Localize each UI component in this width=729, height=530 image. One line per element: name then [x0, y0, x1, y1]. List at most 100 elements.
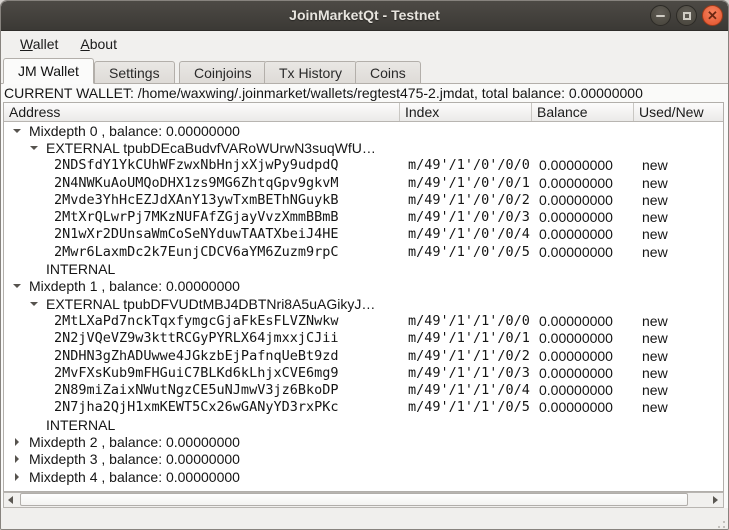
scroll-right-button[interactable] — [708, 493, 723, 507]
expander-icon[interactable] — [28, 263, 40, 275]
tree-branch-row[interactable]: Mixdepth 4 , balance: 0.00000000 — [4, 468, 723, 485]
row-index: m/49'/1'/1'/0/4 — [400, 382, 532, 398]
menu-wallet[interactable]: Wallet — [11, 34, 67, 54]
address-row[interactable]: 2NDSfdY1YkCUhWFzwxNbHnjxXjwPy9udpdQ m/49… — [4, 157, 723, 174]
row-balance: 0.00000000 — [532, 157, 634, 173]
tree-branch-row[interactable]: EXTERNAL tpubDFVUDtMBJ4DBTNri8A5uAGikyJ… — [4, 295, 723, 312]
scrollbar-track[interactable] — [19, 493, 708, 507]
row-balance: 0.00000000 — [532, 348, 634, 364]
address-row[interactable]: 2N4NWKuAoUMQoDHX1zs9MG6ZhtqGpv9gkvM m/49… — [4, 174, 723, 191]
joinmarket-window: JoinMarketQt - Testnet ✕ Wallet About JM… — [0, 0, 729, 530]
expander-icon[interactable] — [11, 436, 23, 448]
row-label: INTERNAL — [46, 261, 115, 277]
close-button[interactable]: ✕ — [702, 5, 723, 26]
tree-branch-row[interactable]: Mixdepth 2 , balance: 0.00000000 — [4, 433, 723, 450]
row-status: new — [634, 330, 723, 346]
resize-grip-icon[interactable] — [713, 516, 725, 528]
row-index: m/49'/1'/1'/0/1 — [400, 330, 532, 346]
row-label: Mixdepth 3 , balance: 0.00000000 — [29, 451, 240, 467]
row-label: Mixdepth 2 , balance: 0.00000000 — [29, 434, 240, 450]
row-balance: 0.00000000 — [532, 175, 634, 191]
expander-icon[interactable] — [28, 298, 40, 310]
address-row[interactable]: 2N89miZaixNWutNgzCE5uNJmwV3jz6BkoDP m/49… — [4, 381, 723, 398]
titlebar[interactable]: JoinMarketQt - Testnet ✕ — [1, 1, 728, 31]
expander-icon[interactable] — [11, 280, 23, 292]
tree-branch-row[interactable]: Mixdepth 1 , balance: 0.00000000 — [4, 278, 723, 295]
row-index: m/49'/1'/1'/0/0 — [400, 313, 532, 329]
address-row[interactable]: 2N1wXr2DUnsaWmCoSeNYduwTAATXbeiJ4HE m/49… — [4, 226, 723, 243]
tab-tx-history[interactable]: Tx History — [264, 61, 357, 84]
row-index: m/49'/1'/0'/0/2 — [400, 192, 532, 208]
close-icon: ✕ — [707, 9, 718, 22]
row-balance: 0.00000000 — [532, 244, 634, 260]
expander-icon[interactable] — [11, 453, 23, 465]
row-index: m/49'/1'/1'/0/2 — [400, 348, 532, 364]
address-row[interactable]: 2N7jha2QjH1xmKEWT5Cx26wGANyYD3rxPKc m/49… — [4, 399, 723, 416]
address-row[interactable]: 2MvFXsKub9mFHGuiC7BLKd6kLhjxCVE6mg9 m/49… — [4, 364, 723, 381]
tree-header: Address Index Balance Used/New — [4, 103, 723, 122]
column-header-used-new[interactable]: Used/New — [634, 103, 723, 121]
column-header-address[interactable]: Address — [4, 103, 400, 121]
column-header-index[interactable]: Index — [400, 103, 532, 121]
maximize-icon — [683, 12, 691, 20]
menu-wallet-rest: allet — [33, 36, 59, 52]
tree-branch-row[interactable]: Mixdepth 3 , balance: 0.00000000 — [4, 451, 723, 468]
row-label: Mixdepth 1 , balance: 0.00000000 — [29, 278, 240, 294]
expander-icon[interactable] — [28, 142, 40, 154]
row-status: new — [634, 209, 723, 225]
address-row[interactable]: 2Mwr6LaxmDc2k7EunjCDCV6aYM6Zuzm9rpC m/49… — [4, 243, 723, 260]
window-controls: ✕ — [650, 5, 723, 26]
row-index: m/49'/1'/0'/0/0 — [400, 157, 532, 173]
row-balance: 0.00000000 — [532, 313, 634, 329]
row-index: m/49'/1'/0'/0/4 — [400, 226, 532, 242]
scrollbar-thumb[interactable] — [20, 493, 688, 506]
window-title: JoinMarketQt - Testnet — [1, 1, 728, 31]
tab-jm-wallet[interactable]: JM Wallet — [3, 58, 94, 84]
tree-branch-row[interactable]: INTERNAL — [4, 416, 723, 433]
tree-branch-row[interactable]: INTERNAL — [4, 260, 723, 277]
scroll-right-icon — [713, 496, 718, 504]
row-label: INTERNAL — [46, 417, 115, 433]
row-index: m/49'/1'/0'/0/3 — [400, 209, 532, 225]
tabbar: JM Wallet Settings Coinjoins Tx History … — [1, 57, 728, 84]
tab-coins[interactable]: Coins — [355, 61, 421, 84]
expander-icon[interactable] — [11, 471, 23, 483]
tree-rows: Mixdepth 0 , balance: 0.00000000 EXTERNA… — [4, 122, 723, 485]
row-label: EXTERNAL tpubDFVUDtMBJ4DBTNri8A5uAGikyJ… — [46, 296, 375, 312]
scroll-left-button[interactable] — [4, 493, 19, 507]
column-header-balance[interactable]: Balance — [532, 103, 634, 121]
expander-icon[interactable] — [11, 125, 23, 137]
address-row[interactable]: 2MtXrQLwrPj7MKzNUFAfZGjayVvzXmmBBmB m/49… — [4, 208, 723, 225]
tree-branch-row[interactable]: Mixdepth 0 , balance: 0.00000000 — [4, 122, 723, 139]
menu-about[interactable]: About — [71, 34, 126, 54]
row-status: new — [634, 348, 723, 364]
row-status: new — [634, 192, 723, 208]
row-status: new — [634, 157, 723, 173]
address-row[interactable]: 2Mvde3YhHcEZJdXAnY13ywTxmBEThNGuykB m/49… — [4, 191, 723, 208]
maximize-button[interactable] — [676, 5, 697, 26]
current-wallet-label: CURRENT WALLET: /home/waxwing/.joinmarke… — [1, 84, 728, 102]
expander-icon[interactable] — [28, 419, 40, 431]
row-label: 2N7jha2QjH1xmKEWT5Cx26wGANyYD3rxPKc — [54, 399, 338, 415]
tab-settings[interactable]: Settings — [94, 61, 175, 84]
address-row[interactable]: 2NDHN3gZhADUwwe4JGkzbEjPafnqUeBt9zd m/49… — [4, 347, 723, 364]
menu-wallet-mnemonic: W — [20, 36, 33, 52]
row-label: 2NDSfdY1YkCUhWFzwxNbHnjxXjwPy9udpdQ — [54, 157, 338, 173]
row-label: 2N89miZaixNWutNgzCE5uNJmwV3jz6BkoDP — [54, 382, 338, 398]
tree-branch-row[interactable]: EXTERNAL tpubDEcaBudvfVARoWUrwN3suqWfU… — [4, 139, 723, 156]
address-row[interactable]: 2N2jVQeVZ9w3kttRCGyPYRLX64jmxxjCJii m/49… — [4, 330, 723, 347]
row-status: new — [634, 365, 723, 381]
statusbar — [1, 508, 728, 530]
row-balance: 0.00000000 — [532, 365, 634, 381]
row-status: new — [634, 382, 723, 398]
horizontal-scrollbar[interactable] — [3, 492, 724, 508]
minimize-icon — [656, 15, 665, 17]
minimize-button[interactable] — [650, 5, 671, 26]
row-label: 2N2jVQeVZ9w3kttRCGyPYRLX64jmxxjCJii — [54, 330, 338, 346]
wallet-tree: Address Index Balance Used/New Mixdepth … — [3, 102, 724, 492]
tab-coinjoins[interactable]: Coinjoins — [179, 61, 267, 84]
row-label: 2NDHN3gZhADUwwe4JGkzbEjPafnqUeBt9zd — [54, 348, 338, 364]
row-index: m/49'/1'/0'/0/1 — [400, 175, 532, 191]
row-label: 2MtLXaPd7nckTqxfymgcGjaFkEsFLVZNwkw — [54, 313, 338, 329]
address-row[interactable]: 2MtLXaPd7nckTqxfymgcGjaFkEsFLVZNwkw m/49… — [4, 312, 723, 329]
